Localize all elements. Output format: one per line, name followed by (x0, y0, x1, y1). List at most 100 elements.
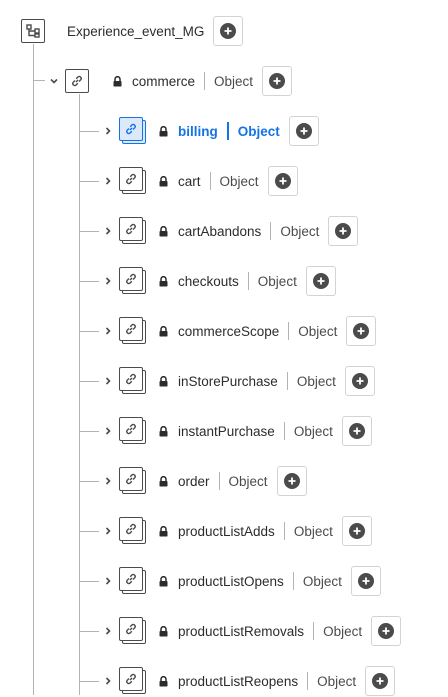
divider (270, 222, 272, 240)
root-row[interactable]: Experience_event_MG (21, 15, 244, 47)
plus-circle-icon (357, 573, 374, 589)
tree-guide-branch (79, 381, 99, 382)
add-field-button-productListOpens[interactable] (350, 566, 381, 596)
field-name: productListReopens (178, 673, 299, 689)
plus-circle-icon (353, 323, 370, 339)
add-field-button-inStorePurchase[interactable] (344, 366, 375, 396)
chevron-down-icon[interactable] (47, 74, 61, 88)
tree-row-billing[interactable]: billing Object (101, 115, 319, 147)
field-type: Object (280, 223, 320, 239)
lock-icon (159, 425, 169, 437)
divider (313, 622, 315, 640)
tree-guide-branch (79, 431, 99, 432)
field-name: order (178, 473, 210, 489)
field-name: inStorePurchase (178, 373, 278, 389)
add-field-button-productListRemovals[interactable] (371, 616, 402, 646)
chevron-right-icon[interactable] (101, 374, 115, 388)
tree-row-productListReopens[interactable]: productListReopens Object (101, 665, 396, 697)
chevron-right-icon[interactable] (101, 274, 115, 288)
tree-guide-branch (79, 481, 99, 482)
field-type: Object (228, 473, 268, 489)
plus-circle-icon (348, 523, 365, 539)
lock-icon (159, 575, 169, 587)
divider (292, 572, 294, 590)
schema-tree: Experience_event_MG commerce Object bill… (0, 0, 448, 697)
lock-icon (159, 525, 169, 537)
divider (247, 272, 249, 290)
lock-icon (159, 475, 169, 487)
tree-guide-branch (79, 331, 99, 332)
chevron-right-icon[interactable] (101, 474, 115, 488)
object-link-icon (119, 417, 147, 445)
lock-icon (159, 175, 169, 187)
tree-row-commerce[interactable]: commerce Object (47, 65, 293, 97)
add-field-button-productListReopens[interactable] (365, 666, 396, 696)
divider (283, 522, 285, 540)
object-link-icon (119, 167, 147, 195)
tree-row-productListRemovals[interactable]: productListRemovals Object (101, 615, 402, 647)
field-name: productListRemovals (178, 623, 305, 639)
field-name: cartAbandons (178, 223, 262, 239)
field-name: checkouts (178, 273, 239, 289)
chevron-right-icon[interactable] (101, 124, 115, 138)
add-field-button-cartAbandons[interactable] (328, 216, 359, 246)
tree-row-commerceScope[interactable]: commerceScope Object (101, 315, 377, 347)
tree-row-inStorePurchase[interactable]: inStorePurchase Object (101, 365, 375, 397)
object-link-icon (119, 267, 147, 295)
add-field-button-checkouts[interactable] (305, 266, 336, 296)
field-type: Object (298, 323, 338, 339)
add-field-button-order[interactable] (276, 466, 307, 496)
tree-row-cart[interactable]: cart Object (101, 165, 298, 197)
chevron-right-icon[interactable] (101, 224, 115, 238)
tree-row-cartAbandons[interactable]: cartAbandons Object (101, 215, 359, 247)
plus-circle-icon (351, 373, 368, 389)
tree-guide-commerce-branch (33, 80, 45, 81)
add-field-button-root[interactable] (213, 16, 244, 46)
field-type: Object (219, 173, 259, 189)
plus-circle-icon (372, 673, 389, 689)
lock-icon (159, 325, 169, 337)
chevron-right-icon[interactable] (101, 324, 115, 338)
add-field-button-commerceScope[interactable] (346, 316, 377, 346)
tree-row-order[interactable]: order Object (101, 465, 307, 497)
object-link-icon (119, 217, 147, 245)
chevron-right-icon[interactable] (101, 674, 115, 688)
tree-guide-branch (79, 231, 99, 232)
chevron-right-icon[interactable] (101, 174, 115, 188)
add-field-button-billing[interactable] (288, 116, 319, 146)
field-type: Object (214, 73, 254, 89)
field-type: Object (293, 423, 333, 439)
tree-row-checkouts[interactable]: checkouts Object (101, 265, 336, 297)
object-link-icon (119, 367, 147, 395)
divider (204, 72, 206, 90)
plus-circle-icon (295, 123, 312, 139)
tree-row-productListAdds[interactable]: productListAdds Object (101, 515, 372, 547)
chevron-right-icon[interactable] (101, 624, 115, 638)
object-link-icon (119, 117, 147, 145)
tree-row-productListOpens[interactable]: productListOpens Object (101, 565, 381, 597)
chevron-right-icon[interactable] (101, 424, 115, 438)
lock-icon (159, 675, 169, 687)
tree-row-instantPurchase[interactable]: instantPurchase Object (101, 415, 372, 447)
tree-guide-commerce (79, 94, 80, 695)
tree-guide-branch (79, 681, 99, 682)
plus-circle-icon (378, 623, 395, 639)
plus-circle-icon (348, 423, 365, 439)
add-field-button-productListAdds[interactable] (341, 516, 372, 546)
field-name: billing (178, 123, 218, 139)
divider (226, 122, 229, 140)
root-schema-name: Experience_event_MG (67, 23, 205, 39)
add-field-button-instantPurchase[interactable] (341, 416, 372, 446)
field-type: Object (296, 373, 336, 389)
field-name: instantPurchase (178, 423, 275, 439)
field-type: Object (323, 623, 363, 639)
plus-circle-icon (283, 473, 300, 489)
add-field-button-cart[interactable] (267, 166, 298, 196)
field-name: productListOpens (178, 573, 284, 589)
object-link-icon (119, 617, 147, 645)
add-field-button-commerce[interactable] (262, 66, 293, 96)
plus-circle-icon (220, 23, 237, 39)
chevron-right-icon[interactable] (101, 524, 115, 538)
divider (209, 172, 211, 190)
chevron-right-icon[interactable] (101, 574, 115, 588)
